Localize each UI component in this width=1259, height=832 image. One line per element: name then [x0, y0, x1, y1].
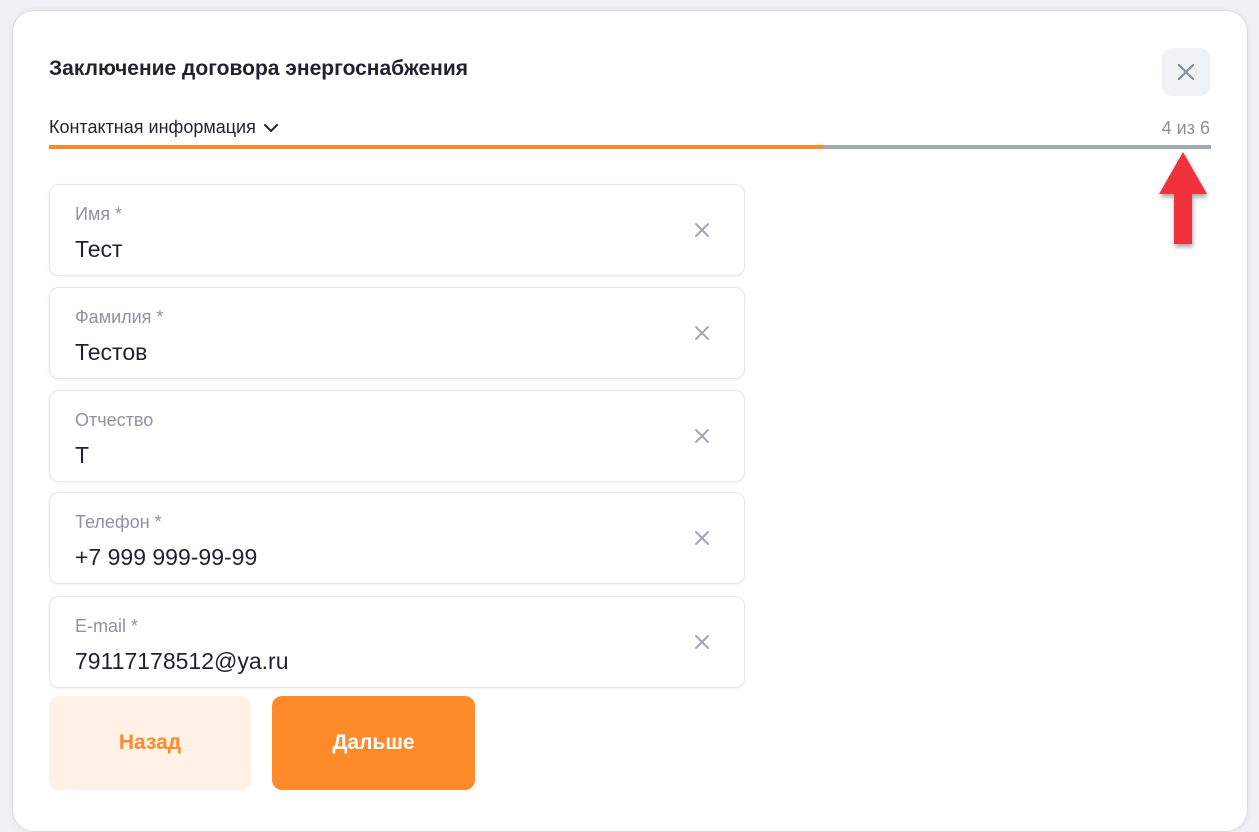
field-label: Фамилия * [75, 307, 164, 327]
modal-title: Заключение договора энергоснабжения [49, 57, 468, 80]
step-label: Контактная информация [49, 117, 256, 137]
phone-field[interactable]: Телефон * +7 999 999-99-99 [49, 492, 745, 584]
close-icon [1177, 63, 1195, 81]
progress-bar [49, 145, 1211, 149]
field-value[interactable]: Тестов [75, 339, 147, 366]
next-button[interactable]: Дальше [272, 696, 475, 790]
field-value[interactable]: Тест [75, 236, 123, 263]
field-label: E-mail * [75, 616, 139, 636]
progress-fill [49, 145, 825, 149]
field-label: Отчество [75, 410, 154, 430]
field-value[interactable]: +7 999 999-99-99 [75, 544, 257, 571]
patronymic-field[interactable]: Отчество Т [49, 390, 745, 482]
clear-icon[interactable] [693, 324, 711, 342]
step-selector[interactable]: Контактная информация [49, 117, 280, 138]
annotation-arrow-icon [1159, 152, 1207, 244]
first-name-field[interactable]: Имя * Тест [49, 184, 745, 276]
field-label: Телефон * [75, 512, 162, 532]
field-value[interactable]: 79117178512@ya.ru [75, 648, 288, 675]
back-button[interactable]: Назад [49, 696, 251, 790]
field-value[interactable]: Т [75, 442, 89, 469]
chevron-down-icon [263, 123, 278, 132]
clear-icon[interactable] [693, 529, 711, 547]
clear-icon[interactable] [693, 221, 711, 239]
step-counter: 4 из 6 [1161, 118, 1210, 138]
close-button[interactable] [1162, 48, 1210, 96]
email-field[interactable]: E-mail * 79117178512@ya.ru [49, 596, 745, 688]
field-label: Имя * [75, 204, 123, 224]
clear-icon[interactable] [693, 427, 711, 445]
clear-icon[interactable] [693, 633, 711, 651]
last-name-field[interactable]: Фамилия * Тестов [49, 287, 745, 379]
